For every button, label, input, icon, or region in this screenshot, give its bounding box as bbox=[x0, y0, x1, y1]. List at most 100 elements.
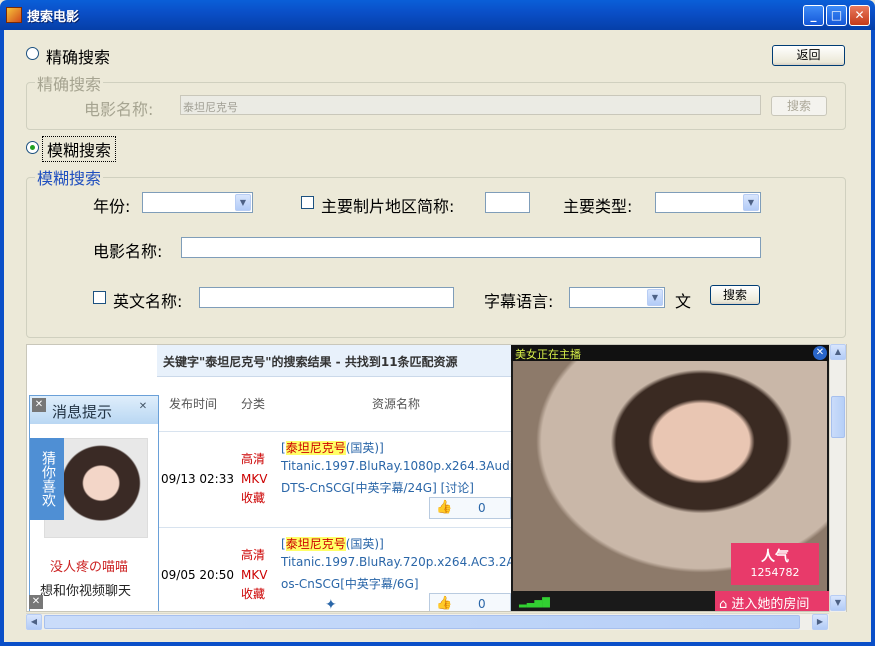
window-frame-right bbox=[871, 30, 875, 646]
row-title-highlight: 泰坦尼克号 bbox=[285, 441, 346, 455]
back-button[interactable]: 返回 bbox=[772, 45, 845, 66]
column-date: 发布时间 bbox=[169, 397, 218, 411]
row-title-line2[interactable]: Titanic.1997.BluRay.720p.x264.AC3.2Audi bbox=[281, 555, 533, 569]
close-button[interactable]: ✕ bbox=[849, 5, 870, 26]
exact-movie-name-label: 电影名称: bbox=[84, 100, 154, 119]
live-stream-ad[interactable]: 美女正在主播 ✕ 人气 1254782 ⌂ 进入她的房间 ▂▃▅▇ bbox=[511, 345, 829, 612]
like-button[interactable]: 👍 0 bbox=[429, 497, 511, 519]
guess-you-like-label: 猜你喜欢 bbox=[40, 451, 56, 507]
download-icon[interactable]: ✦ bbox=[325, 597, 337, 611]
results-heading: 关键字"泰坦尼克号"的搜索结果 - 共找到11条匹配资源 bbox=[163, 355, 458, 369]
fuzzy-search-button[interactable]: 搜索 bbox=[710, 285, 760, 305]
fuzzy-movie-name-label: 电影名称: bbox=[93, 242, 163, 261]
window-title: 搜索电影 bbox=[27, 10, 80, 25]
popularity-label: 人气 bbox=[761, 549, 789, 565]
row-quality: 高清 bbox=[241, 452, 266, 466]
english-name-label: 英文名称: bbox=[113, 292, 183, 311]
close-icon[interactable]: ✕ bbox=[32, 398, 46, 412]
live-title: 美女正在主播 bbox=[515, 348, 581, 361]
like-count: 0 bbox=[478, 597, 486, 611]
english-name-input[interactable] bbox=[199, 287, 454, 308]
row-format: MKV bbox=[241, 472, 268, 486]
row-title-highlight: 泰坦尼克号 bbox=[285, 537, 346, 551]
wen-label: 文 bbox=[675, 292, 692, 311]
column-category: 分类 bbox=[241, 397, 266, 411]
region-input[interactable] bbox=[485, 192, 530, 213]
window-frame-left bbox=[0, 30, 4, 646]
row-date: 09/05 20:50 bbox=[161, 568, 234, 582]
fuzzy-search-group-title: 模糊搜索 bbox=[35, 165, 104, 189]
close-icon[interactable]: ✕ bbox=[29, 595, 43, 609]
scroll-left-icon[interactable]: ◀ bbox=[26, 614, 42, 630]
english-name-checkbox[interactable] bbox=[93, 291, 106, 304]
row-divider bbox=[157, 431, 517, 432]
row-title-link[interactable]: [泰坦尼克号(国英)] bbox=[281, 439, 384, 456]
subtitle-language-label: 字幕语言: bbox=[484, 292, 554, 311]
thumbs-up-icon: 👍 bbox=[436, 596, 453, 611]
exact-search-label[interactable]: 精确搜索 bbox=[46, 44, 110, 68]
exact-movie-name-input[interactable]: 泰坦尼克号 bbox=[180, 95, 761, 115]
vertical-scroll-thumb[interactable] bbox=[831, 396, 845, 438]
popularity-value: 1254782 bbox=[750, 566, 800, 579]
results-heading-bar: 关键字"泰坦尼克号"的搜索结果 - 共找到11条匹配资源 bbox=[157, 345, 517, 377]
chevron-down-icon[interactable]: ▼ bbox=[743, 194, 759, 211]
horizontal-scroll-thumb[interactable] bbox=[44, 615, 800, 629]
row-title-line3[interactable]: DTS-CnSCG[中英字幕/24G] [讨论] bbox=[281, 479, 474, 496]
popup-username[interactable]: 没人疼の喵喵 bbox=[50, 556, 128, 575]
row-divider bbox=[157, 527, 517, 528]
popup-header: ✕ 消息提示 ✕ bbox=[30, 396, 158, 424]
scroll-down-icon[interactable]: ▼ bbox=[830, 595, 846, 611]
scroll-right-icon[interactable]: ▶ bbox=[812, 614, 828, 630]
guess-you-like-tab[interactable]: 猜你喜欢 bbox=[30, 438, 64, 520]
exact-search-button[interactable]: 搜索 bbox=[771, 96, 827, 116]
minimize-button[interactable]: _ bbox=[803, 5, 824, 26]
chevron-down-icon[interactable]: ▼ bbox=[235, 194, 251, 211]
horizontal-scrollbar[interactable]: ◀ ▶ bbox=[26, 613, 829, 630]
row-discuss-link[interactable]: [讨论] bbox=[441, 481, 474, 495]
column-resource-name: 资源名称 bbox=[372, 397, 421, 411]
chevron-down-icon[interactable]: ▼ bbox=[647, 289, 663, 306]
vertical-scrollbar[interactable]: ▲ ▼ bbox=[829, 344, 846, 612]
fuzzy-search-label[interactable]: 模糊搜索 bbox=[42, 136, 117, 162]
close-icon[interactable]: ✕ bbox=[813, 346, 827, 360]
row-title-tag: (国英) bbox=[345, 441, 380, 455]
exact-search-radio[interactable] bbox=[26, 47, 39, 60]
year-select[interactable]: ▼ bbox=[142, 192, 253, 213]
live-header: 美女正在主播 ✕ bbox=[511, 345, 829, 361]
results-browser[interactable]: 关键字"泰坦尼克号"的搜索结果 - 共找到11条匹配资源 发布时间 分类 资源名… bbox=[26, 344, 847, 612]
like-count: 0 bbox=[478, 501, 486, 515]
close-icon[interactable]: ✕ bbox=[136, 400, 150, 414]
type-label: 主要类型: bbox=[563, 197, 633, 216]
region-checkbox[interactable] bbox=[301, 196, 314, 209]
enter-room-button[interactable]: ⌂ 进入她的房间 bbox=[715, 591, 829, 612]
signal-icon: ▂▃▅▇ bbox=[519, 597, 550, 608]
maximize-button[interactable]: □ bbox=[826, 5, 847, 26]
window-frame-bottom bbox=[0, 642, 875, 646]
row-title-link[interactable]: [泰坦尼克号(国英)] bbox=[281, 535, 384, 552]
fuzzy-movie-name-input[interactable] bbox=[181, 237, 761, 258]
message-popup[interactable]: ✕ 消息提示 ✕ 猜你喜欢 没人疼の喵喵 想和你视频聊天 bbox=[29, 395, 159, 611]
subtitle-language-select[interactable]: ▼ bbox=[569, 287, 665, 308]
popup-message[interactable]: 想和你视频聊天 bbox=[40, 580, 131, 599]
enter-room-label: 进入她的房间 bbox=[731, 597, 810, 612]
title-bar[interactable]: 搜索电影 _ □ ✕ bbox=[0, 0, 875, 30]
like-button[interactable]: 👍 0 bbox=[429, 593, 511, 611]
app-icon bbox=[6, 7, 22, 23]
row-title-tag: (国英) bbox=[345, 537, 380, 551]
thumbs-up-icon: 👍 bbox=[436, 500, 453, 515]
scroll-up-icon[interactable]: ▲ bbox=[830, 344, 846, 360]
popup-title: 消息提示 bbox=[52, 403, 113, 421]
row-date: 09/13 02:33 bbox=[161, 472, 234, 486]
row-format: MKV bbox=[241, 568, 268, 582]
row-favorite-link[interactable]: 收藏 bbox=[241, 489, 265, 506]
type-select[interactable]: ▼ bbox=[655, 192, 761, 213]
fuzzy-search-radio[interactable] bbox=[26, 141, 39, 154]
row-title-line3-text: DTS-CnSCG[中英字幕/24G] bbox=[281, 481, 437, 495]
year-label: 年份: bbox=[93, 197, 131, 216]
exact-search-group-title: 精确搜索 bbox=[35, 71, 104, 95]
home-icon: ⌂ bbox=[719, 597, 728, 612]
row-title-line3[interactable]: os-CnSCG[中英字幕/6G] bbox=[281, 575, 419, 592]
row-favorite-link[interactable]: 收藏 bbox=[241, 585, 265, 602]
row-title-line2[interactable]: Titanic.1997.BluRay.1080p.x264.3Audios. bbox=[281, 459, 530, 473]
region-label: 主要制片地区简称: bbox=[321, 197, 455, 216]
